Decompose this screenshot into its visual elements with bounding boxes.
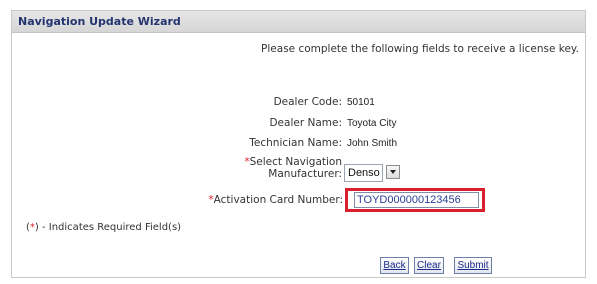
page-title: Navigation Update Wizard: [18, 15, 181, 28]
activation-label-text: Activation Card Number:: [213, 194, 343, 206]
intro-text: Please complete the following fields to …: [261, 43, 579, 55]
manufacturer-label-line2: Manufacturer:: [268, 168, 342, 180]
required-note-text: ) - Indicates Required Field(s): [34, 222, 182, 233]
required-note: (*) - Indicates Required Field(s): [26, 222, 181, 233]
dealer-name-label: Dealer Name:: [269, 117, 342, 129]
manufacturer-label: *Select Navigation Manufacturer:: [244, 156, 342, 180]
clear-button[interactable]: Clear: [414, 257, 444, 274]
technician-name-value: John Smith: [347, 138, 398, 149]
manufacturer-select-value[interactable]: Denso: [344, 164, 383, 182]
manufacturer-select[interactable]: Denso: [344, 164, 400, 182]
activation-card-input[interactable]: [354, 192, 479, 208]
dealer-code-label: Dealer Code:: [273, 96, 342, 108]
title-bar: Navigation Update Wizard: [12, 11, 585, 33]
activation-label: *Activation Card Number:: [208, 194, 343, 206]
chevron-down-icon[interactable]: [386, 165, 400, 179]
dealer-name-value: Toyota City: [347, 118, 397, 129]
technician-name-label: Technician Name:: [249, 137, 342, 149]
dealer-code-value: 50101: [347, 97, 375, 108]
submit-button[interactable]: Submit: [454, 257, 492, 274]
manufacturer-label-line1: Select Navigation: [249, 156, 342, 168]
wizard-panel: Navigation Update Wizard Please complete…: [11, 10, 586, 278]
back-button[interactable]: Back: [380, 257, 409, 274]
